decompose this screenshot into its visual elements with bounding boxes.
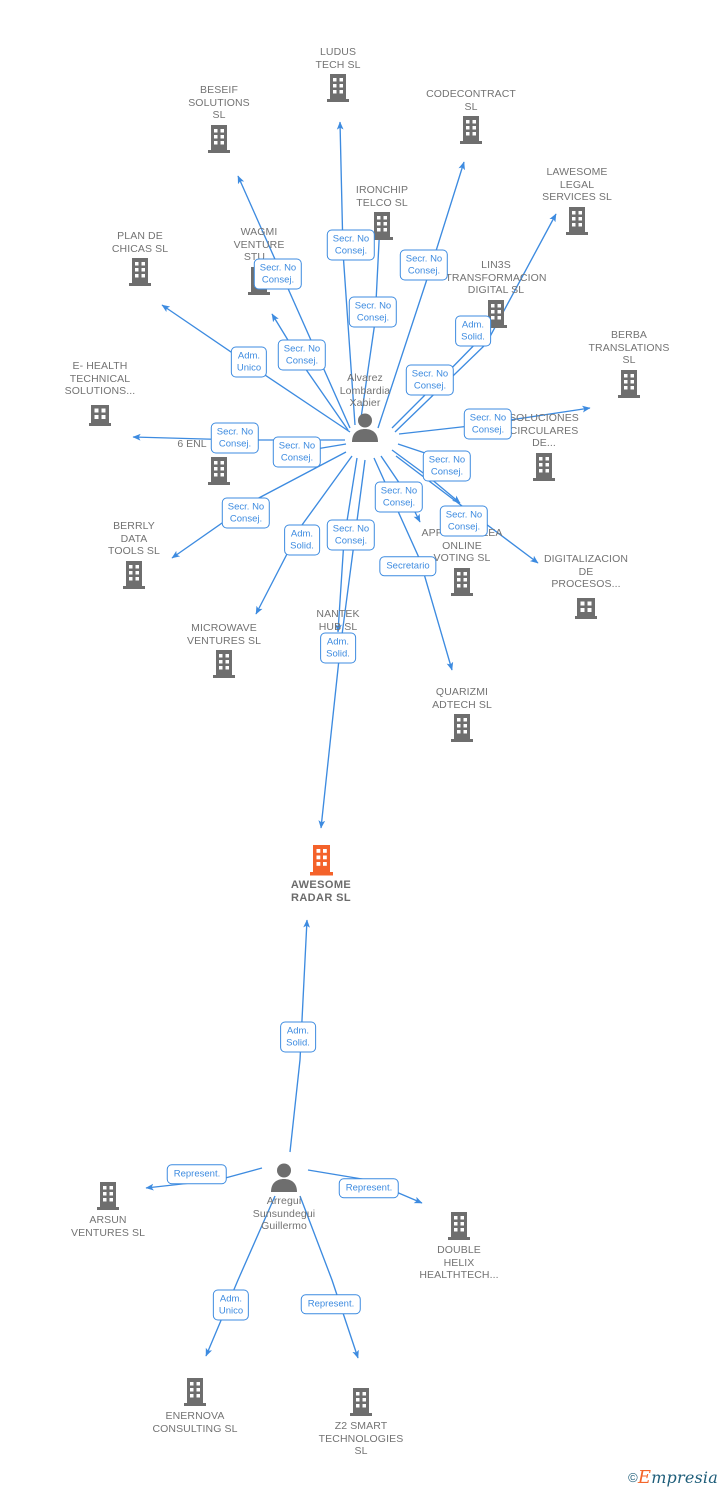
company-building-icon: [399, 1210, 519, 1242]
company-building-icon: [484, 451, 604, 483]
company-building-icon: [301, 1386, 421, 1418]
relation-tag-secretario-no-consejero[interactable]: Secr. No Consej.: [405, 364, 455, 396]
node-label: BERBA TRANSLATIONS SL: [588, 329, 670, 366]
company-building-icon: [526, 592, 646, 622]
node-label: LIN3S TRANSFORMACION DIGITAL SL: [445, 259, 547, 296]
node-label: MICROWAVE VENTURES SL: [186, 622, 262, 647]
node-ludus-tech-sl[interactable]: LUDUS TECH SL: [278, 46, 398, 104]
relation-tag-administrador-solidario[interactable]: Adm. Solid.: [284, 524, 320, 556]
node-label: E- HEALTH TECHNICAL SOLUTIONS...: [64, 360, 136, 397]
node-z2-smart-technologies-sl[interactable]: Z2 SMART TECHNOLOGIES SL: [301, 1386, 421, 1458]
company-building-icon: [436, 298, 556, 330]
relation-tag-secretario-no-consejero[interactable]: Secr. No Consej.: [422, 450, 472, 482]
relation-tag-administrador-solidario[interactable]: Adm. Solid.: [455, 315, 491, 347]
relation-tag-representante[interactable]: Represent.: [166, 1164, 228, 1184]
relation-tag-secretario-no-consejero[interactable]: Secr. No Consej.: [221, 497, 271, 529]
node-label: LAWESOME LEGAL SERVICES SL: [542, 166, 612, 203]
relation-tag-administrador-solidario[interactable]: Adm. Solid.: [320, 632, 356, 664]
node-label: LUDUS TECH SL: [315, 46, 361, 71]
person-avatar-icon: [224, 1161, 344, 1193]
relation-tag-administrador-unico[interactable]: Adm. Unico: [230, 346, 268, 378]
link-count-hint: 6 ENL: [177, 438, 207, 450]
node-label: ARSUN VENTURES SL: [70, 1214, 146, 1239]
relation-tag-representante[interactable]: Represent.: [338, 1178, 400, 1198]
node-label: NANTEK HUB SL: [316, 608, 360, 633]
node-beseif-solutions-sl[interactable]: BESEIF SOLUTIONS SL: [159, 84, 279, 155]
company-building-icon: [40, 399, 160, 429]
node-label: PLAN DE CHICAS SL: [111, 230, 169, 255]
node-lin3s-transformacion-digital-sl[interactable]: LIN3S TRANSFORMACION DIGITAL SL: [436, 259, 556, 330]
empresia-watermark: ©Empresia: [628, 1467, 718, 1488]
company-building-icon: [74, 559, 194, 591]
node-label: AWESOME RADAR SL: [290, 879, 352, 904]
node-enernova-consulting-sl[interactable]: ENERNOVA CONSULTING SL: [135, 1376, 255, 1435]
node-berba-translations-sl[interactable]: BERBA TRANSLATIONS SL: [569, 329, 689, 400]
brand-initial: E: [637, 1467, 652, 1488]
relation-tag-secretario-no-consejero[interactable]: Secr. No Consej.: [399, 249, 449, 281]
node-awesome-radar-sl[interactable]: AWESOME RADAR SL: [261, 843, 381, 904]
relation-tag-secretario-no-consejero[interactable]: Secr. No Consej.: [326, 229, 376, 261]
company-building-icon: [80, 256, 200, 288]
copyright-symbol: ©: [628, 1470, 638, 1485]
company-building-icon: [411, 114, 531, 146]
relation-tag-secretario-no-consejero[interactable]: Secr. No Consej.: [439, 505, 489, 537]
relation-tag-secretario-no-consejero[interactable]: Secr. No Consej.: [326, 519, 376, 551]
node-quarizmi-adtech-sl[interactable]: QUARIZMI ADTECH SL: [402, 686, 522, 744]
relation-tag-secretario-no-consejero[interactable]: Secr. No Consej.: [272, 436, 322, 468]
node-label: IRONCHIP TELCO SL: [355, 184, 409, 209]
node-label: BERRLY DATA TOOLS SL: [108, 520, 160, 557]
relation-tag-administrador-solidario[interactable]: Adm. Solid.: [280, 1021, 316, 1053]
node-label: Z2 SMART TECHNOLOGIES SL: [318, 1420, 404, 1457]
node-plan-de-chicas-sl[interactable]: PLAN DE CHICAS SL: [80, 230, 200, 288]
relation-tag-secretario-no-consejero[interactable]: Secr. No Consej.: [348, 296, 398, 328]
focus-company-building-icon: [261, 843, 381, 877]
node-label: DIGITALIZACION DE PROCESOS...: [543, 553, 629, 590]
node-microwave-ventures-sl[interactable]: MICROWAVE VENTURES SL: [164, 622, 284, 680]
relation-tag-administrador-unico[interactable]: Adm. Unico: [212, 1289, 250, 1321]
node-label: CODECONTRACT SL: [426, 88, 516, 113]
relation-tag-secretario-no-consejero[interactable]: Secr. No Consej.: [374, 481, 424, 513]
relation-tag-secretario-no-consejero[interactable]: Secr. No Consej.: [210, 422, 260, 454]
node-label: DOUBLE HELIX HEALTHTECH...: [419, 1244, 499, 1281]
person-avatar-icon: [305, 411, 425, 443]
brand-name: mpresia: [651, 1468, 718, 1487]
node-unnamed-company[interactable]: [159, 455, 279, 489]
company-building-icon: [164, 648, 284, 680]
company-building-icon: [159, 123, 279, 155]
node-label: BESEIF SOLUTIONS SL: [188, 84, 250, 121]
node-double-helix-healthtech[interactable]: DOUBLE HELIX HEALTHTECH...: [399, 1210, 519, 1282]
company-building-icon: [569, 368, 689, 400]
node-digitalizacion-de-procesos[interactable]: DIGITALIZACION DE PROCESOS...: [526, 553, 646, 622]
relation-tag-secretario[interactable]: Secretario: [379, 556, 437, 576]
company-building-icon: [48, 1180, 168, 1212]
node-berrly-data-tools-sl[interactable]: BERRLY DATA TOOLS SL: [74, 520, 194, 591]
relation-tag-secretario-no-consejero[interactable]: Secr. No Consej.: [277, 339, 327, 371]
node-label: ENERNOVA CONSULTING SL: [152, 1410, 238, 1435]
company-building-icon: [278, 72, 398, 104]
node-e-health-technical-solutions[interactable]: E- HEALTH TECHNICAL SOLUTIONS...: [40, 360, 160, 429]
node-label: QUARIZMI ADTECH SL: [432, 686, 492, 711]
node-lawesome-legal-services-sl[interactable]: LAWESOME LEGAL SERVICES SL: [517, 166, 637, 237]
relation-tag-secretario-no-consejero[interactable]: Secr. No Consej.: [253, 258, 303, 290]
relation-tag-representante[interactable]: Represent.: [300, 1294, 362, 1314]
company-building-icon: [402, 712, 522, 744]
company-building-icon: [517, 205, 637, 237]
company-building-icon: [135, 1376, 255, 1408]
company-building-icon: [159, 455, 279, 487]
relationship-graph-canvas: LUDUS TECH SL BESEIF SOLUTIONS SL CODECO…: [0, 0, 728, 1500]
node-arsun-ventures-sl[interactable]: ARSUN VENTURES SL: [48, 1180, 168, 1239]
node-label: Arregui Sunsundegui Guillermo: [252, 1195, 316, 1232]
node-person-arregui-sunsundegui-guillermo[interactable]: Arregui Sunsundegui Guillermo: [224, 1161, 344, 1233]
node-codecontract-sl[interactable]: CODECONTRACT SL: [411, 88, 531, 146]
relation-tag-secretario-no-consejero[interactable]: Secr. No Consej.: [463, 408, 513, 440]
